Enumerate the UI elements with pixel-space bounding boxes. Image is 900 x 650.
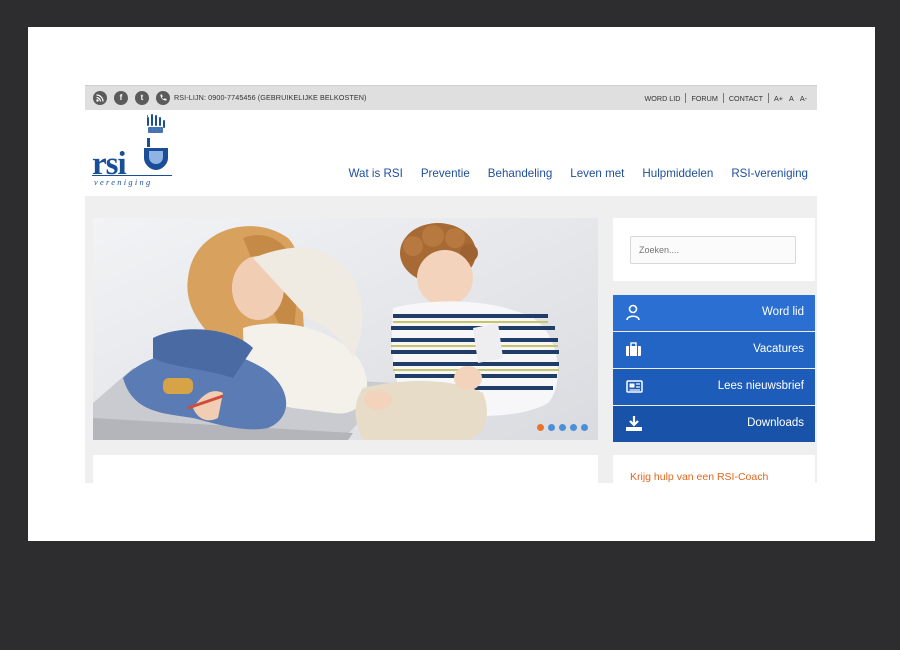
word-lid-button[interactable]: Word lid: [613, 295, 815, 331]
divider: [722, 93, 724, 103]
slider-dot[interactable]: [548, 424, 555, 431]
downloads-button[interactable]: Downloads: [613, 406, 815, 442]
slider-dot[interactable]: [570, 424, 577, 431]
forum-link[interactable]: FORUM: [691, 94, 717, 103]
lees-nieuwsbrief-label: Lees nieuwsbrief: [717, 380, 804, 392]
logo-subtitle: vereniging: [94, 178, 153, 187]
slider-dots: [537, 424, 588, 431]
phone-icon[interactable]: [156, 91, 170, 105]
newspaper-icon: [626, 380, 643, 393]
nav-item-hulpmiddelen[interactable]: Hulpmiddelen: [642, 167, 713, 180]
slider-dot[interactable]: [537, 424, 544, 431]
slider-dot[interactable]: [559, 424, 566, 431]
vacatures-button[interactable]: Vacatures: [613, 332, 815, 368]
nav-item-rsi-vereniging[interactable]: RSI-vereniging: [731, 167, 808, 180]
word-lid-link[interactable]: WORD LID: [645, 94, 681, 103]
nav-item-leven-met[interactable]: Leven met: [570, 167, 624, 180]
logo-underline: [92, 175, 172, 176]
downloads-label: Downloads: [747, 417, 804, 429]
font-normal-button[interactable]: A: [789, 94, 794, 103]
logo-wordmark: rsi: [92, 146, 127, 182]
font-larger-button[interactable]: A+: [774, 94, 783, 103]
font-smaller-button[interactable]: A-: [800, 94, 807, 103]
top-links: WORD LID FORUM CONTACT A+ A A-: [645, 93, 807, 103]
twitter-icon[interactable]: t: [135, 91, 149, 105]
divider: [685, 93, 687, 103]
main-navigation: Wat is RSI Preventie Behandeling Leven m…: [348, 167, 808, 180]
website: f t RSI-LIJN: 0900-7745456 (GEBRUIKELIJK…: [85, 85, 817, 483]
rss-icon[interactable]: [93, 91, 107, 105]
search-panel: [613, 218, 815, 281]
vacatures-label: Vacatures: [753, 343, 804, 355]
slider-dot[interactable]: [581, 424, 588, 431]
content-area: Word lid Vacatures Lees nieuwsbr: [85, 196, 817, 483]
coach-panel: Krijg hulp van een RSI-Coach: [613, 455, 815, 483]
hero-photo-children: [93, 218, 598, 440]
hotline-text: RSI-LIJN: 0900-7745456 (GEBRUIKELIJKE BE…: [174, 93, 367, 102]
hero-slider[interactable]: [93, 218, 598, 440]
nav-item-behandeling[interactable]: Behandeling: [488, 167, 552, 180]
briefcase-icon: [626, 342, 641, 356]
facebook-icon[interactable]: f: [114, 91, 128, 105]
divider: [768, 93, 770, 103]
article-panel: [93, 455, 598, 483]
word-lid-label: Word lid: [762, 306, 804, 318]
top-utility-bar: f t RSI-LIJN: 0900-7745456 (GEBRUIKELIJK…: [85, 85, 817, 110]
rsi-coach-link[interactable]: Krijg hulp van een RSI-Coach: [630, 471, 768, 483]
browser-viewport: f t RSI-LIJN: 0900-7745456 (GEBRUIKELIJK…: [28, 27, 875, 541]
nav-item-preventie[interactable]: Preventie: [421, 167, 470, 180]
search-input[interactable]: [630, 236, 796, 264]
lees-nieuwsbrief-button[interactable]: Lees nieuwsbrief: [613, 369, 815, 405]
download-icon: [626, 416, 642, 431]
contact-link[interactable]: CONTACT: [729, 94, 763, 103]
user-icon: [626, 304, 640, 321]
site-logo[interactable]: rsi vereniging: [92, 114, 174, 190]
nav-item-wat-is-rsi[interactable]: Wat is RSI: [348, 167, 402, 180]
